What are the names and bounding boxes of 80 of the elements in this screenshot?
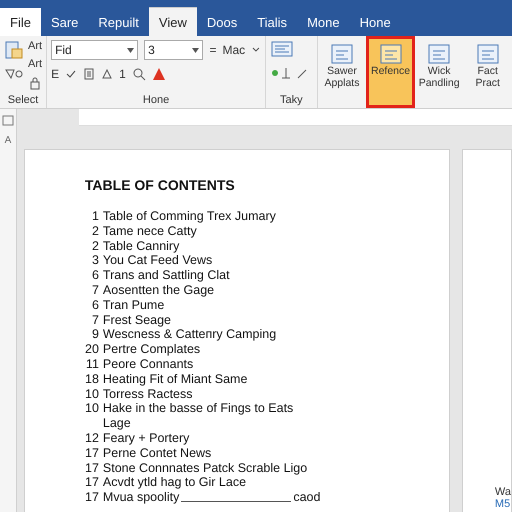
grid-icon[interactable] xyxy=(83,68,96,80)
page-text: Wa xyxy=(494,486,511,498)
entry-number: 7 xyxy=(90,312,99,328)
entry-text: Wescness & Catteпry Camping xyxy=(102,327,278,342)
document-title: TABLE OF CONTENTS xyxy=(84,177,236,193)
ribbon-button[interactable]: Fact Pract xyxy=(463,36,512,108)
entry-text: Heating Fit of Miant Same xyxy=(102,372,248,387)
format-letter[interactable]: E xyxy=(51,67,60,81)
entry-text: Torress Ractess xyxy=(102,386,194,402)
entry-text: You Cat Feed Vews xyxy=(102,253,214,268)
ribbon-icon xyxy=(476,43,500,65)
font-field[interactable]: Fid xyxy=(51,40,138,60)
entry-number: 3 xyxy=(90,253,99,268)
entry-text: Perne Contet News xyxy=(102,446,212,461)
ribbon-icon xyxy=(378,43,403,65)
ribbon-tab[interactable]: Doos xyxy=(196,8,248,36)
entry-text: Stone Connnates Patck Scrable Ligo xyxy=(102,460,308,476)
entry-number: 17 xyxy=(84,475,99,490)
ribbon-icon xyxy=(427,43,452,65)
square-icon[interactable] xyxy=(2,115,14,127)
document-icon[interactable] xyxy=(4,40,24,60)
entry-number: 11 xyxy=(84,356,99,372)
style-dropdown[interactable]: Mac xyxy=(222,43,246,57)
entry-number: 10 xyxy=(84,386,99,402)
entry-text: Table Canniry xyxy=(102,238,180,254)
ribbon-button[interactable]: Refence xyxy=(366,36,415,108)
ribbon-tab[interactable]: Tialis xyxy=(247,8,298,36)
group-label: Taky xyxy=(279,94,304,108)
entry-number: 2 xyxy=(90,224,99,239)
entry-text: caod xyxy=(293,490,320,505)
entry-text: Peore Connants xyxy=(102,356,194,372)
entry-text: Frest Seage xyxy=(102,312,172,328)
entry-number: 9 xyxy=(90,327,99,342)
entry-number: 1 xyxy=(90,209,99,224)
font-size-field[interactable]: 3 xyxy=(144,40,204,60)
entry-text: Table of Comming Trex Jumary xyxy=(102,209,277,224)
group-label: Hone xyxy=(142,94,170,108)
check-icon[interactable] xyxy=(65,68,78,80)
page-text: M5 xyxy=(494,498,511,510)
lock-icon[interactable] xyxy=(28,76,42,90)
ribbon-label: Art xyxy=(28,58,42,70)
ribbon-tab[interactable]: File xyxy=(0,8,41,36)
entry-text: Tame nece Catty xyxy=(102,224,198,239)
entry-number: 18 xyxy=(84,372,99,387)
entry-text: Aosentten the Gage xyxy=(102,282,216,298)
ribbon-label: Art xyxy=(28,40,42,52)
entry-number: 17 xyxy=(84,490,99,505)
entry-number: 7 xyxy=(90,282,99,298)
entry-text: Mvua spoolity xyxy=(102,490,180,505)
entry-number: 12 xyxy=(84,430,99,446)
entry-number: 17 xyxy=(84,460,99,476)
entry-number: 6 xyxy=(90,268,99,283)
ribbon-tab[interactable]: Hone xyxy=(350,8,401,36)
entry-number: 2 xyxy=(90,238,99,254)
entry-number: 10 xyxy=(84,401,99,418)
ribbon-button[interactable]: Wick Pandling xyxy=(414,36,464,108)
entry-number: 17 xyxy=(84,446,99,461)
side-letter: A xyxy=(4,135,12,146)
group-label: Select xyxy=(6,94,40,108)
number-label: 1 xyxy=(119,67,126,81)
entry-text: Pertre Complates xyxy=(102,342,202,357)
entry-text: Hake in the basse of Fings to Eats Lage xyxy=(102,401,294,431)
equals-sign: = xyxy=(209,43,216,57)
entry-number: 20 xyxy=(84,342,99,357)
ribbon-icon xyxy=(330,43,354,65)
triangle-icon[interactable] xyxy=(101,68,114,80)
caret-icon xyxy=(192,48,200,52)
ribbon-tab[interactable]: Sare xyxy=(40,8,88,36)
ribbon-tab[interactable]: Mone xyxy=(297,8,350,36)
entry-text: Trans and Sattling Clat xyxy=(102,268,231,283)
ribbon-tab[interactable]: Repuilt xyxy=(88,8,149,36)
entry-number: 6 xyxy=(90,298,99,313)
caret-icon xyxy=(127,48,134,52)
magnifier-icon[interactable] xyxy=(132,67,146,81)
entry-text: Tran Pume xyxy=(102,298,166,313)
ribbon-button[interactable]: Sawer Applats xyxy=(318,36,366,108)
font-color-icon[interactable] xyxy=(152,67,166,81)
ribbon-tab[interactable]: View xyxy=(148,7,197,36)
entry-text: Acvdt ytld hag to Gir Lace xyxy=(102,475,248,490)
entry-text: Feary + Portery xyxy=(102,430,190,446)
